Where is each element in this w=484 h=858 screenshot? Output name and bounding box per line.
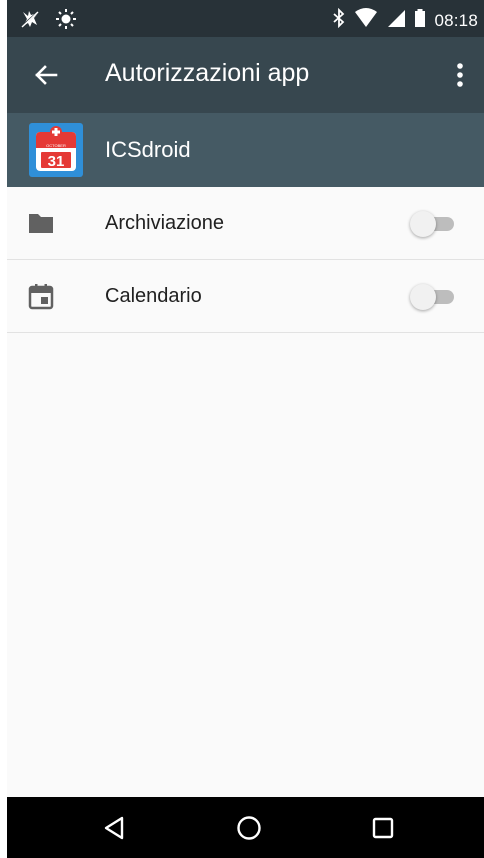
nav-home-icon (234, 816, 264, 847)
nav-back-button[interactable] (100, 813, 130, 843)
permission-row-storage[interactable]: Archiviazione (7, 187, 484, 260)
wifi-icon (354, 8, 378, 33)
nav-recents-icon (368, 817, 398, 847)
back-button[interactable] (29, 58, 63, 92)
folder-icon (27, 209, 55, 237)
battery-icon (414, 8, 426, 33)
nav-back-icon (100, 816, 130, 847)
calendar-app-icon: OCTOBER 31 (29, 123, 83, 177)
status-bar: 08:18 (7, 0, 484, 37)
signal-icon (386, 8, 406, 33)
permissions-screen: 08:18 Autorizzazioni app OCTOBER 31 ICSd… (7, 0, 484, 858)
app-icon-day: 31 (48, 153, 65, 170)
app-name: ICSdroid (105, 137, 191, 162)
navigation-bar (7, 797, 484, 858)
app-bar: Autorizzazioni app (7, 37, 484, 113)
arrow-back-icon (29, 65, 63, 96)
permission-label: Archiviazione (105, 212, 224, 234)
storage-toggle[interactable] (410, 211, 456, 237)
overflow-menu-button[interactable] (446, 59, 474, 91)
more-vert-icon (446, 63, 474, 95)
calendar-icon (27, 282, 55, 310)
nav-recents-button[interactable] (368, 813, 398, 843)
bluetooth-icon (332, 7, 346, 33)
brightness-icon (55, 8, 77, 35)
permission-list: Archiviazione Calendario (7, 187, 484, 333)
status-time: 08:18 (434, 10, 478, 30)
nav-home-button[interactable] (234, 813, 264, 843)
app-header: OCTOBER 31 ICSdroid (7, 113, 484, 187)
app-icon-month: OCTOBER (46, 143, 66, 148)
notification-muted-icon (19, 9, 41, 34)
page-title: Autorizzazioni app (105, 59, 310, 87)
calendar-toggle[interactable] (410, 284, 456, 310)
permission-row-calendar[interactable]: Calendario (7, 260, 484, 333)
permission-label: Calendario (105, 285, 202, 307)
